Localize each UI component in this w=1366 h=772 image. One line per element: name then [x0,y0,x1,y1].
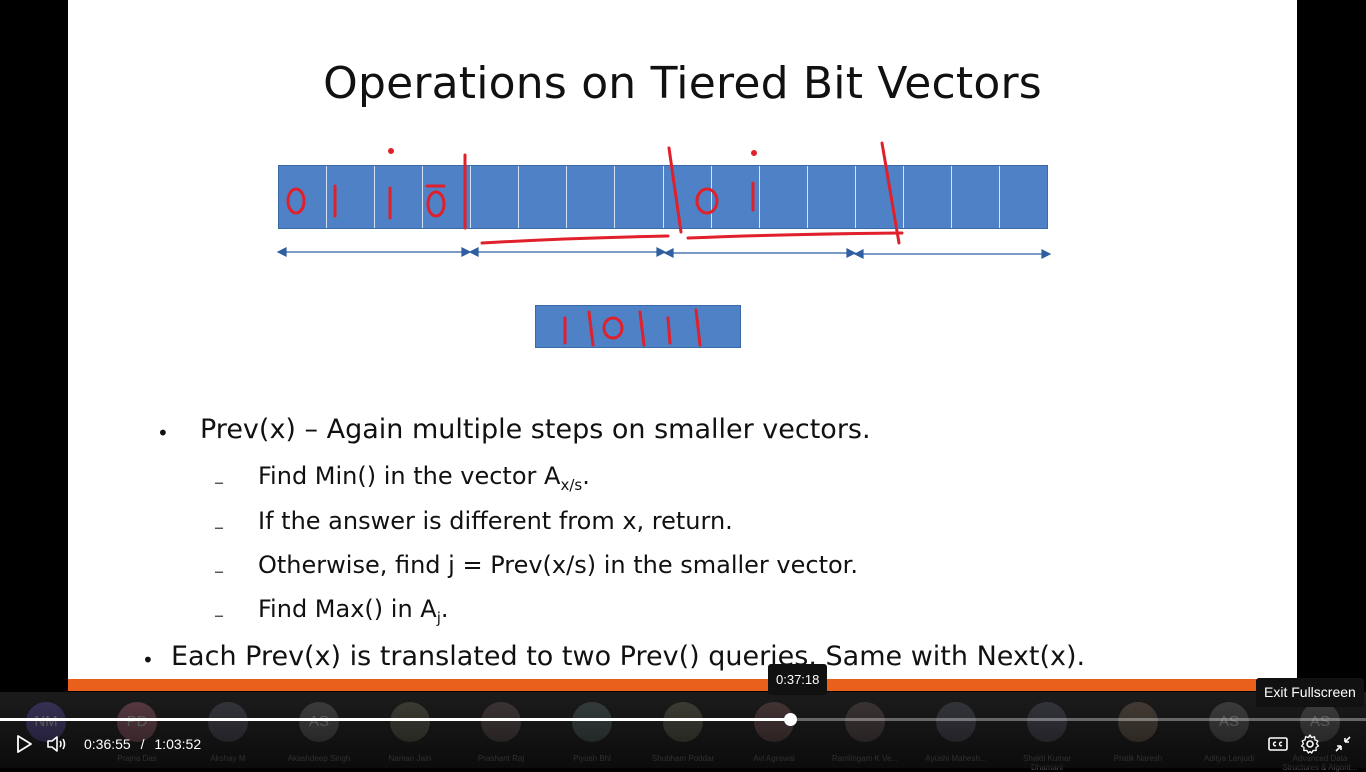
slide-accent-bar [68,679,1297,691]
volume-icon [47,736,66,752]
sub-bullet-return: If the answer is different from x, retur… [258,507,733,535]
sub-bullet-marker: – [214,470,224,494]
captions-button[interactable] [1266,732,1290,756]
exit-fullscreen-button[interactable] [1331,732,1355,756]
volume-button[interactable] [45,732,69,756]
play-button[interactable] [12,732,36,756]
handwritten-annotations [276,141,1052,347]
red-ink-strokes [286,141,904,347]
seek-handle[interactable] [784,713,797,726]
sub-bullet-find-min: Find Min() in the vector Ax/s. [258,462,590,494]
seek-hover-time: 0:37:18 [768,664,828,695]
punctuation: . [440,595,449,623]
seek-bar-played [0,718,790,721]
sub-bullet-marker: – [214,515,224,539]
sub-bullet-text: Find Max() in A [258,595,437,623]
settings-button[interactable] [1298,732,1322,756]
exit-fullscreen-tooltip: Exit Fullscreen [1256,678,1364,707]
sub-bullet-marker: – [214,559,224,583]
seek-bar[interactable] [0,718,1366,721]
captions-icon [1268,737,1288,751]
player-controls [0,700,1366,768]
settings-gear-icon [1300,734,1320,754]
subscript: x/s [560,475,583,494]
bullet-marker: • [157,421,169,445]
bullet-prev: Prev(x) – Again multiple steps on smalle… [200,414,871,445]
sub-bullet-find-max: Find Max() in Aj. [258,595,449,627]
time-separator: / [140,736,145,752]
sub-bullet-marker: – [214,603,224,627]
sub-bullet-text: Find Min() in the vector A [258,462,561,490]
punctuation: . [582,462,590,490]
bullet-translated: Each Prev(x) is translated to two Prev()… [171,641,1086,672]
presentation-slide: Operations on Tiered Bit Vectors • Prev(… [68,0,1297,690]
time-display: 0:36:55 / 1:03:52 [84,736,201,752]
bullet-marker: • [142,648,154,672]
duration: 1:03:52 [154,736,202,752]
play-icon [17,735,32,753]
exit-fullscreen-icon [1335,736,1351,752]
current-time: 0:36:55 [84,736,131,752]
sub-bullet-otherwise: Otherwise, find j = Prev(x/s) in the sma… [258,551,858,579]
segment-arrows [276,247,1052,259]
